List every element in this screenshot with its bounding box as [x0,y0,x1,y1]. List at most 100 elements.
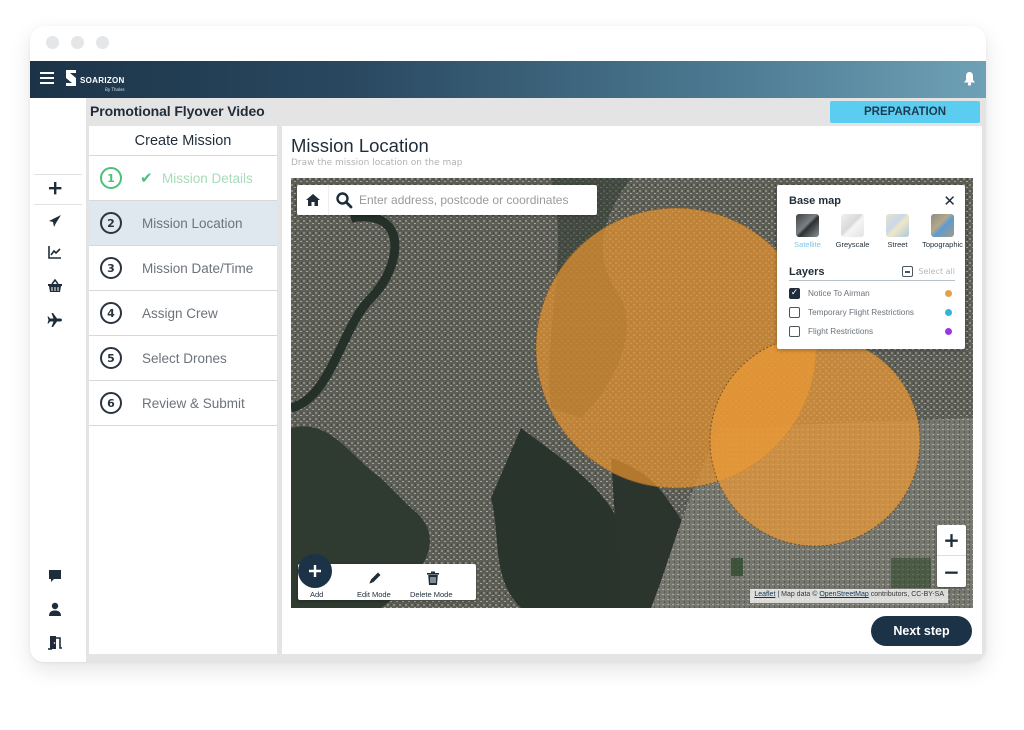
brand-sub: By Thales [105,87,125,92]
window-dot-minimize[interactable] [71,36,84,49]
step-number: 5 [100,347,122,369]
step-mission-location[interactable]: 2 Mission Location [89,201,277,246]
step-label: Mission Details [162,170,253,186]
select-all-label: Select all [918,267,955,276]
next-step-button[interactable]: Next step [871,616,972,646]
map-canvas[interactable]: Base map ✕ Satellite Greyscale [291,178,973,608]
map-attribution: Leaflet | Map data © OpenStreetMap contr… [750,589,948,603]
edit-mode-button[interactable]: Edit Mode [357,590,391,599]
chart-line-icon[interactable] [47,244,63,260]
menu-icon[interactable] [40,72,54,84]
attribution-text-end: contributors, CC-BY-SA [868,591,944,598]
main-panel: Mission Location Draw the mission locati… [282,126,982,654]
greyscale-thumbnail [841,214,864,237]
left-nav [30,98,86,662]
step-assign-crew[interactable]: 4 Assign Crew [89,291,277,336]
step-mission-date-time[interactable]: 3 Mission Date/Time [89,246,277,291]
leaflet-link[interactable]: Leaflet [754,591,775,598]
attribution-text: | Map data © [775,591,820,598]
home-button[interactable] [297,185,329,215]
layer-temporary-flight-restrictions[interactable]: Temporary Flight Restrictions [789,304,955,320]
layer-checkbox[interactable] [789,287,800,299]
trash-icon[interactable] [425,570,441,586]
step-number: 6 [100,392,122,414]
step-number: 1 [100,167,122,189]
brand-name: SOARIZON [80,76,125,85]
check-icon: ✔ [140,169,153,187]
mission-name: Promotional Flyover Video [90,103,265,119]
layer-checkbox[interactable] [789,306,800,318]
layers-header: Layers Select all [789,263,955,281]
window-dot-maximize[interactable] [96,36,109,49]
bell-icon[interactable] [963,71,976,86]
step-label: Assign Crew [142,305,218,321]
step-number: 4 [100,302,122,324]
window-controls [46,36,109,49]
page-title: Mission Location [291,135,429,156]
home-icon [305,194,320,206]
step-select-drones[interactable]: 5 Select Drones [89,336,277,381]
satellite-thumbnail [796,214,819,237]
step-label: Mission Location [142,215,243,231]
chat-icon[interactable] [47,568,63,584]
layer-color-dot [945,327,952,335]
layer-label: Temporary Flight Restrictions [808,307,915,317]
basemap-street[interactable]: Street [875,214,920,249]
basket-icon[interactable] [47,278,63,294]
steps-title: Create Mission [89,126,277,156]
zoom-in-button[interactable]: + [937,525,966,556]
step-mission-details[interactable]: 1 ✔ Mission Details [89,156,277,201]
add-label: Add [310,590,324,599]
select-all-toggle[interactable]: Select all [902,266,955,277]
basemap-label: Satellite [794,240,821,249]
layer-color-dot [945,308,952,316]
notam-zone-small [709,335,921,547]
layer-checkbox[interactable] [789,325,800,337]
layer-notice-to-airman[interactable]: Notice To Airman [789,285,955,301]
brand-logo: SOARIZON By Thales [64,68,125,92]
layers-title: Layers [789,265,825,278]
basemap-label: Greyscale [835,240,870,249]
zoom-control: + − [937,525,966,587]
steps-panel: Create Mission 1 ✔ Mission Details 2 Mis… [89,126,277,654]
close-icon[interactable]: ✕ [943,192,956,210]
delete-mode-button[interactable]: Delete Mode [410,590,453,599]
zoom-out-button[interactable]: − [937,556,966,587]
status-badge: PREPARATION [830,101,980,123]
user-icon[interactable] [47,601,63,617]
openstreetmap-link[interactable]: OpenStreetMap [819,591,868,598]
street-thumbnail [886,214,909,237]
basemap-panel: Base map ✕ Satellite Greyscale Street To… [777,185,965,349]
basemap-topographic[interactable]: Topographic [920,214,965,249]
step-label: Select Drones [142,350,227,366]
basemap-greyscale[interactable]: Greyscale [830,214,875,249]
basemap-label: Street [887,240,908,249]
basemap-title: Base map [789,195,841,207]
layer-label: Flight Restrictions [808,326,874,336]
plus-icon[interactable] [47,180,63,196]
app-window: SOARIZON By Thales Promotional Flyover V… [30,26,986,662]
top-bar: SOARIZON By Thales [30,61,986,98]
location-search-input[interactable] [359,193,589,207]
layer-color-dot [945,289,952,297]
layer-label: Notice To Airman [808,288,870,298]
content-area: Promotional Flyover Video PREPARATION Cr… [86,98,986,662]
plus-icon [309,565,321,577]
layer-flight-restrictions[interactable]: Flight Restrictions [789,323,955,339]
logout-door-icon[interactable] [47,634,63,650]
basemap-options: Satellite Greyscale Street Topographic [785,214,965,249]
page-subtitle: Draw the mission location on the map [291,158,463,168]
basemap-label: Topographic [922,240,963,249]
soarizon-logo-icon [66,70,76,86]
search-icon [336,192,353,209]
airplane-icon[interactable] [47,312,63,328]
paper-plane-icon[interactable] [47,213,63,229]
location-search-bar [297,185,597,215]
step-review-submit[interactable]: 6 Review & Submit [89,381,277,426]
basemap-satellite[interactable]: Satellite [785,214,830,249]
nav-divider [34,174,82,175]
step-number: 3 [100,257,122,279]
add-shape-button[interactable] [298,554,332,588]
window-dot-close[interactable] [46,36,59,49]
pencil-icon[interactable] [367,570,383,586]
